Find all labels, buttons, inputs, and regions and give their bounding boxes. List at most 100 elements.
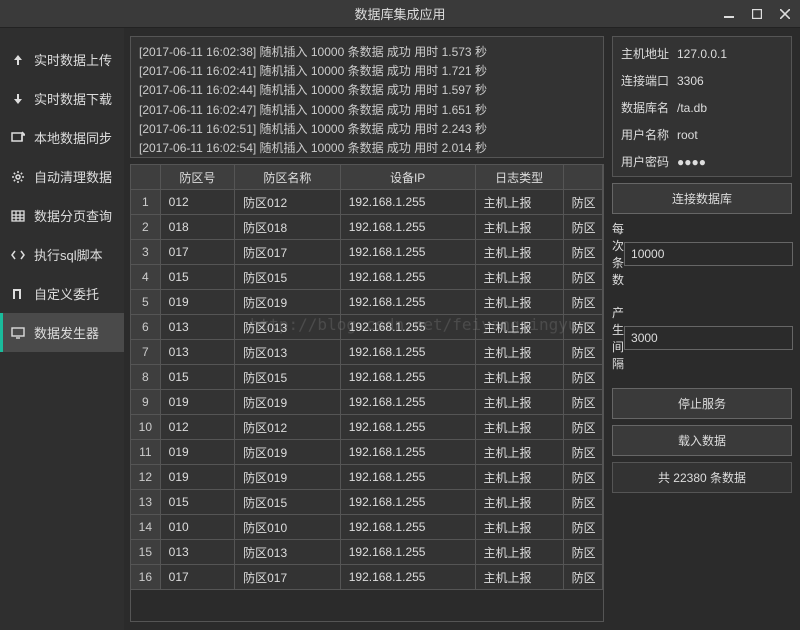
table-cell: 防区 (564, 240, 603, 265)
table-cell: 防区015 (235, 365, 341, 390)
table-cell: 防区 (564, 340, 603, 365)
table-cell: 防区013 (235, 540, 341, 565)
table-cell: 防区019 (235, 290, 341, 315)
sidebar-item-label: 实时数据上传 (34, 50, 112, 69)
table-cell: 防区 (564, 265, 603, 290)
stop-button[interactable]: 停止服务 (612, 388, 792, 419)
download-icon (10, 91, 26, 107)
table-body: 1012防区012192.168.1.255主机上报防区2018防区018192… (131, 190, 603, 621)
table-row[interactable]: 12019防区019192.168.1.255主机上报防区 (131, 465, 603, 490)
script-icon (10, 247, 26, 263)
column-header[interactable] (131, 165, 161, 190)
table-row[interactable]: 15013防区013192.168.1.255主机上报防区 (131, 540, 603, 565)
minimize-icon[interactable] (722, 7, 736, 21)
table-cell: 主机上报 (476, 240, 564, 265)
table-cell: 013 (161, 315, 235, 340)
table-cell: 019 (161, 465, 235, 490)
table-cell: 主机上报 (476, 290, 564, 315)
close-icon[interactable] (778, 7, 792, 21)
window-title: 数据库集成应用 (354, 4, 445, 23)
table-row[interactable]: 14010防区010192.168.1.255主机上报防区 (131, 515, 603, 540)
sidebar-item-cleanup[interactable]: 自动清理数据 (0, 157, 124, 196)
table-cell: 013 (161, 340, 235, 365)
table-cell: 防区010 (235, 515, 341, 540)
table-row[interactable]: 8015防区015192.168.1.255主机上报防区 (131, 365, 603, 390)
batch-input[interactable] (624, 242, 793, 266)
pass-label: 用户密码 (621, 153, 677, 170)
table-cell: 主机上报 (476, 565, 564, 590)
column-header[interactable]: 防区名称 (235, 165, 341, 190)
port-label: 连接端口 (621, 72, 677, 89)
table-row[interactable]: 7013防区013192.168.1.255主机上报防区 (131, 340, 603, 365)
table-cell: 防区 (564, 215, 603, 240)
table-cell: 192.168.1.255 (341, 265, 476, 290)
table-cell: 防区013 (235, 315, 341, 340)
table-cell: 12 (131, 465, 161, 490)
table-cell: 防区015 (235, 265, 341, 290)
column-header[interactable] (564, 165, 603, 190)
log-line: [2017-06-11 16:02:38] 随机插入 10000 条数据 成功 … (139, 43, 595, 62)
sidebar-item-query[interactable]: 数据分页查询 (0, 196, 124, 235)
table-icon (10, 208, 26, 224)
sidebar-item-upload[interactable]: 实时数据上传 (0, 40, 124, 79)
gear-icon (10, 169, 26, 185)
table-cell: 012 (161, 190, 235, 215)
table-cell: 019 (161, 440, 235, 465)
connect-button[interactable]: 连接数据库 (612, 183, 792, 214)
batch-label: 每次条数 (612, 220, 624, 288)
table-row[interactable]: 2018防区018192.168.1.255主机上报防区 (131, 215, 603, 240)
user-value: root (677, 128, 783, 142)
table-cell: 14 (131, 515, 161, 540)
db-label: 数据库名 (621, 99, 677, 116)
table-row[interactable]: 13015防区015192.168.1.255主机上报防区 (131, 490, 603, 515)
table-cell: 主机上报 (476, 390, 564, 415)
table-cell: 018 (161, 215, 235, 240)
interval-input[interactable] (624, 326, 793, 350)
sidebar-item-sync[interactable]: 本地数据同步 (0, 118, 124, 157)
table-cell: 2 (131, 215, 161, 240)
table-cell: 13 (131, 490, 161, 515)
sidebar-item-label: 实时数据下载 (34, 89, 112, 108)
table-cell: 9 (131, 390, 161, 415)
column-header[interactable]: 设备IP (341, 165, 476, 190)
table-row[interactable]: 11019防区019192.168.1.255主机上报防区 (131, 440, 603, 465)
column-header[interactable]: 防区号 (161, 165, 235, 190)
table-cell: 防区 (564, 190, 603, 215)
table-cell: 15 (131, 540, 161, 565)
sidebar-item-label: 数据分页查询 (34, 206, 112, 225)
column-header[interactable]: 日志类型 (476, 165, 564, 190)
table-cell: 192.168.1.255 (341, 540, 476, 565)
log-line: [2017-06-11 16:02:41] 随机插入 10000 条数据 成功 … (139, 62, 595, 81)
table-cell: 主机上报 (476, 440, 564, 465)
table-row[interactable]: 10012防区012192.168.1.255主机上报防区 (131, 415, 603, 440)
table-cell: 防区012 (235, 415, 341, 440)
table-cell: 192.168.1.255 (341, 215, 476, 240)
table-row[interactable]: 4015防区015192.168.1.255主机上报防区 (131, 265, 603, 290)
table-header: 防区号防区名称设备IP日志类型 (131, 165, 603, 190)
table-row[interactable]: 9019防区019192.168.1.255主机上报防区 (131, 390, 603, 415)
table-row[interactable]: 1012防区012192.168.1.255主机上报防区 (131, 190, 603, 215)
sidebar-item-delegate[interactable]: 自定义委托 (0, 274, 124, 313)
sidebar-item-label: 本地数据同步 (34, 128, 112, 147)
sidebar-item-label: 执行sql脚本 (34, 245, 103, 264)
sidebar-item-label: 数据发生器 (34, 323, 99, 342)
table-row[interactable]: 5019防区019192.168.1.255主机上报防区 (131, 290, 603, 315)
load-button[interactable]: 载入数据 (612, 425, 792, 456)
table-cell: 防区 (564, 465, 603, 490)
table-cell: 防区013 (235, 340, 341, 365)
table-row[interactable]: 16017防区017192.168.1.255主机上报防区 (131, 565, 603, 590)
table-cell: 主机上报 (476, 415, 564, 440)
maximize-icon[interactable] (750, 7, 764, 21)
table-cell: 防区 (564, 415, 603, 440)
table-cell: 主机上报 (476, 340, 564, 365)
sidebar-item-label: 自定义委托 (34, 284, 99, 303)
table-row[interactable]: 3017防区017192.168.1.255主机上报防区 (131, 240, 603, 265)
table-row[interactable]: 6013防区013192.168.1.255主机上报防区 (131, 315, 603, 340)
log-line: [2017-06-11 16:02:51] 随机插入 10000 条数据 成功 … (139, 120, 595, 139)
table-cell: 192.168.1.255 (341, 340, 476, 365)
table-cell: 主机上报 (476, 540, 564, 565)
sidebar-item-sql[interactable]: 执行sql脚本 (0, 235, 124, 274)
sidebar-item-download[interactable]: 实时数据下载 (0, 79, 124, 118)
sidebar-item-generator[interactable]: 数据发生器 (0, 313, 124, 352)
delegate-icon (10, 286, 26, 302)
